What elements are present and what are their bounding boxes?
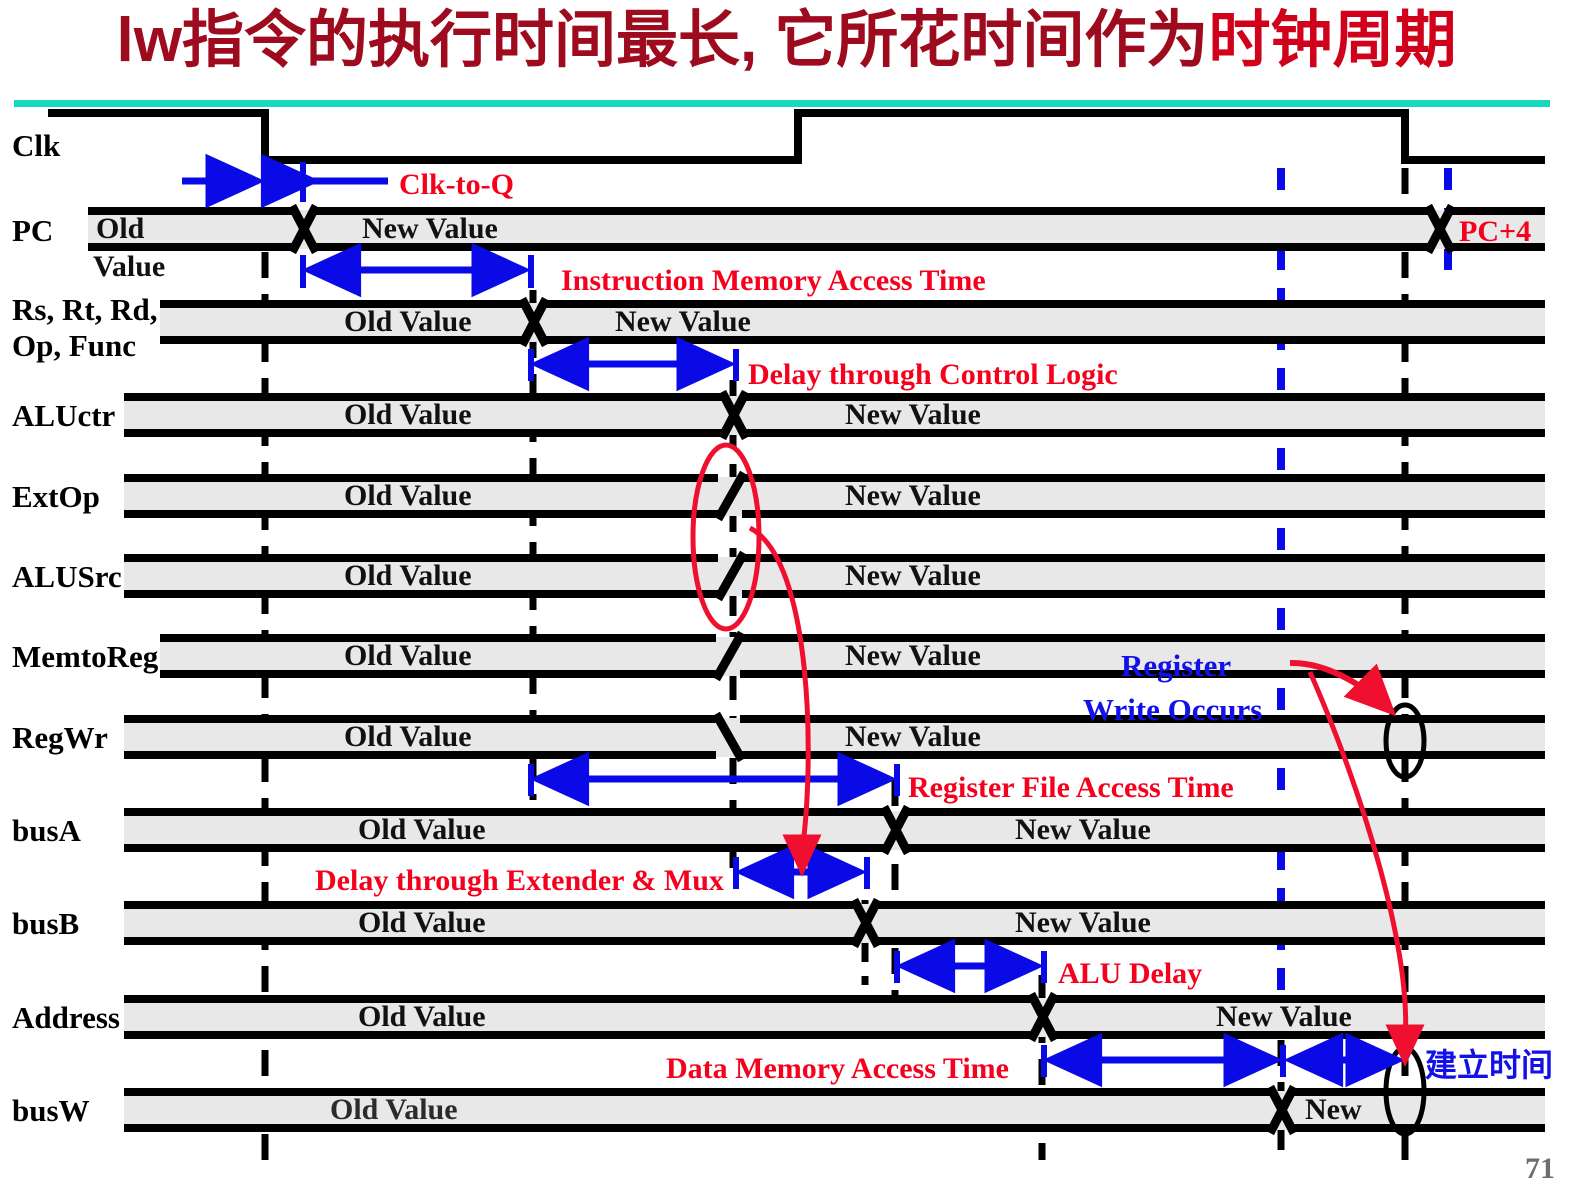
slide-canvas: lw指令的执行时间最长, 它所花时间作为时钟周期 Clk PC Rs, Rt, … [0, 0, 1573, 1194]
value-extop-old: Old Value [344, 479, 472, 512]
annotation-instruction-memory-access-time: Instruction Memory Access Time [561, 264, 986, 297]
signal-label-pc: PC [12, 213, 54, 248]
value-pc-new: New Value [362, 212, 498, 245]
waveform-aluctr [124, 389, 1545, 441]
waveform-busa [124, 804, 1545, 856]
value-instr-new: New Value [615, 305, 751, 338]
signal-label-busb: busB [12, 906, 80, 941]
annotation-alu-delay: ALU Delay [1058, 957, 1203, 990]
value-address-new: New Value [1216, 1000, 1352, 1033]
signal-label-regwr: RegWr [12, 720, 108, 755]
waveform-pc [88, 203, 1545, 255]
signal-label-busa: busA [12, 813, 81, 848]
signal-label-alusrc: ALUSrc [12, 559, 122, 594]
value-extop-new: New Value [845, 479, 981, 512]
value-pc-old-line2: Value [93, 250, 166, 283]
waveform-alusrc [124, 550, 1545, 602]
value-instr-old: Old Value [344, 305, 472, 338]
signal-label-clk: Clk [12, 128, 61, 163]
value-address-old: Old Value [358, 1000, 486, 1033]
value-aluctr-old: Old Value [344, 398, 472, 431]
annotation-delay-through-extender-mux: Delay through Extender & Mux [315, 864, 724, 897]
value-memtoreg-new: New Value [845, 639, 981, 672]
signal-label-aluctr: ALUctr [12, 398, 116, 433]
signal-label-extop: ExtOp [12, 479, 100, 514]
value-busb-new: New Value [1015, 906, 1151, 939]
value-alusrc-new: New Value [845, 559, 981, 592]
value-busw-old: Old Value [330, 1093, 458, 1126]
value-busa-old: Old Value [358, 813, 486, 846]
signal-label-busw: busW [12, 1093, 90, 1128]
signal-label-memtoreg: MemtoReg [12, 639, 159, 674]
value-regwr-old: Old Value [344, 720, 472, 753]
waveform-busb [124, 897, 1545, 949]
value-busa-new: New Value [1015, 813, 1151, 846]
value-pc-old: Old [96, 212, 145, 245]
annotation-data-memory-access-time: Data Memory Access Time [666, 1052, 1009, 1085]
waveform-extop [124, 470, 1545, 522]
annotation-pc-plus-4: PC+4 [1459, 215, 1532, 248]
annotation-setup-time: 建立时间 [1425, 1046, 1554, 1084]
signal-label-instr-fields-2: Op, Func [12, 328, 137, 363]
signal-label-instr-fields-1: Rs, Rt, Rd, [12, 292, 158, 327]
annotation-clk-to-q: Clk-to-Q [399, 168, 514, 201]
clk-waveform [48, 109, 1545, 164]
annotation-register-write-occurs-line1: Register [1121, 648, 1232, 683]
signal-label-address: Address [12, 1000, 120, 1035]
value-aluctr-new: New Value [845, 398, 981, 431]
annotation-delay-through-control-logic: Delay through Control Logic [748, 358, 1118, 391]
waveform-regwr [124, 702, 1545, 780]
value-busb-old: Old Value [358, 906, 486, 939]
value-busw-new: New [1305, 1093, 1362, 1126]
value-regwr-new: New Value [845, 720, 981, 753]
annotation-register-file-access-time: Register File Access Time [908, 771, 1234, 804]
value-alusrc-old: Old Value [344, 559, 472, 592]
page-number: 71 [1525, 1152, 1555, 1185]
value-memtoreg-old: Old Value [344, 639, 472, 672]
annotation-register-write-occurs-line2: Write Occurs [1083, 692, 1263, 727]
